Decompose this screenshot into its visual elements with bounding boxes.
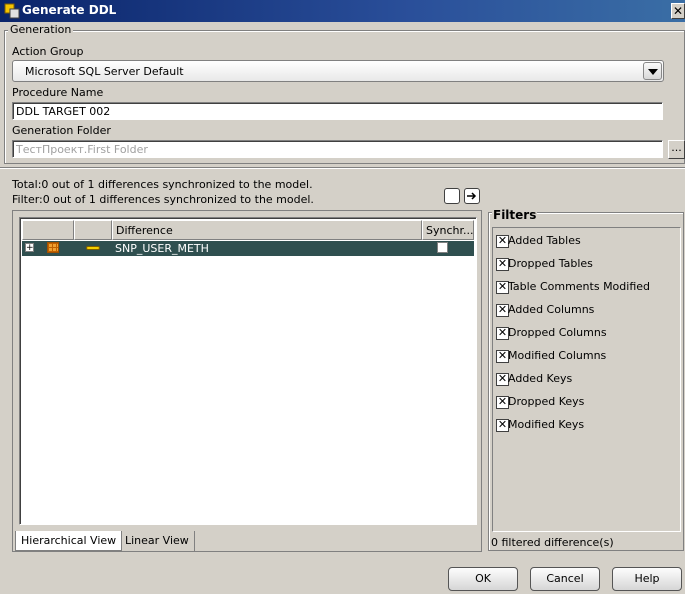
- section-divider: [0, 167, 685, 169]
- action-group-dropdown-button[interactable]: [643, 62, 662, 80]
- filtered-count: 0 filtered difference(s): [491, 536, 614, 549]
- title-bar[interactable]: Generate DDL ✕: [0, 0, 685, 22]
- generation-folder-input[interactable]: ТестПроект.First Folder: [12, 140, 663, 158]
- expand-icon[interactable]: +: [25, 243, 34, 253]
- tab-linear-view[interactable]: Linear View: [120, 531, 195, 551]
- tab-hierarchical-view[interactable]: Hierarchical View: [15, 531, 123, 551]
- filter-label: Dropped Tables: [508, 257, 593, 270]
- app-icon: [4, 3, 20, 19]
- generation-folder-label: Generation Folder: [12, 124, 111, 137]
- action-group-select[interactable]: Microsoft SQL Server Default: [12, 60, 664, 82]
- filters-list: ✕ Added Tables ✕ Dropped Tables ✕ Table …: [492, 227, 681, 532]
- close-icon: ✕: [672, 4, 684, 18]
- method-icon: [86, 246, 100, 250]
- filter-label: Table Comments Modified: [508, 280, 651, 293]
- synchronize-all-button[interactable]: [464, 188, 480, 204]
- table-icon: [47, 242, 59, 253]
- arrow-right-icon: [467, 192, 477, 200]
- column-header-type[interactable]: [74, 220, 112, 240]
- difference-name: SNP_USER_METH: [115, 242, 209, 255]
- filter-label: Dropped Keys: [508, 395, 585, 408]
- filter-label: Modified Keys: [508, 418, 585, 431]
- ok-button[interactable]: OK: [448, 567, 518, 591]
- total-sync-status: Total:0 out of 1 differences synchronize…: [12, 178, 313, 191]
- column-header-expand[interactable]: [22, 220, 74, 240]
- window-title: Generate DDL: [22, 3, 117, 17]
- column-header-difference[interactable]: Difference: [112, 220, 422, 240]
- table-row[interactable]: + SNP_USER_METH: [22, 241, 474, 256]
- synchronize-checkbox[interactable]: [437, 242, 448, 253]
- filter-label: Added Columns: [508, 303, 595, 316]
- generation-legend: Generation: [8, 23, 74, 36]
- browse-folder-button[interactable]: ...: [668, 140, 685, 159]
- column-header-synchronized[interactable]: Synchr...: [422, 220, 474, 240]
- filter-sync-status: Filter:0 out of 1 differences synchroniz…: [12, 193, 314, 206]
- action-group-value: Microsoft SQL Server Default: [25, 65, 184, 78]
- action-group-label: Action Group: [12, 45, 84, 58]
- filter-label: Added Tables: [508, 234, 581, 247]
- differences-tree-table[interactable]: Difference Synchr... + SNP_USER_METH: [19, 217, 477, 525]
- chevron-down-icon: [648, 69, 658, 75]
- cancel-button[interactable]: Cancel: [530, 567, 600, 591]
- filters-title: Filters: [492, 208, 538, 222]
- filters-panel: Filters ✕ Added Tables ✕ Dropped Tables …: [488, 208, 684, 551]
- procedure-name-input[interactable]: DDL TARGET 002: [12, 102, 663, 120]
- filter-label: Added Keys: [508, 372, 573, 385]
- filter-label: Modified Columns: [508, 349, 607, 362]
- help-button[interactable]: Help: [612, 567, 682, 591]
- filter-label: Dropped Columns: [508, 326, 607, 339]
- close-button[interactable]: ✕: [671, 3, 685, 19]
- synchronize-none-button[interactable]: [444, 188, 460, 204]
- procedure-name-label: Procedure Name: [12, 86, 104, 99]
- differences-panel: Difference Synchr... + SNP_USER_METH Hie…: [12, 210, 482, 552]
